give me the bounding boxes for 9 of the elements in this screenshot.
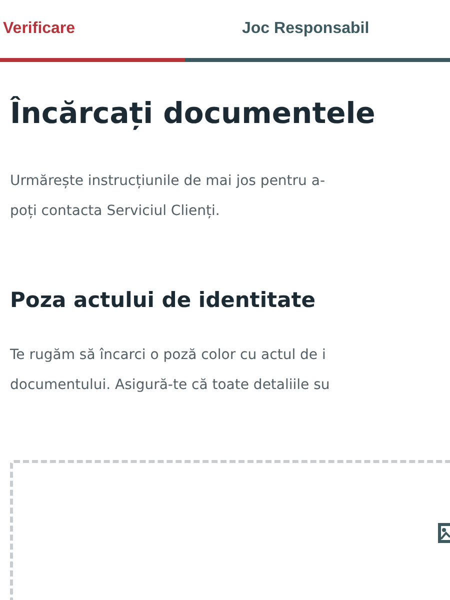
tab[interactable]: Verificare xyxy=(0,0,185,62)
instructions-text: poți contacta Serviciul Clienți. xyxy=(10,202,221,221)
image-icon xyxy=(438,523,450,543)
instructions-text: Urmărește instrucțiunile de mai jos pentru a- xyxy=(10,172,326,191)
description-text: documentului. Asigură-te că toate detaliile su xyxy=(10,376,331,395)
tab[interactable]: Joc Responsabil xyxy=(185,0,450,62)
section-title: Poza actului de identitate xyxy=(10,288,317,312)
page-title: Încărcați documentele xyxy=(10,96,376,130)
description-text: Te rugăm să încarci o poză color cu actul de i xyxy=(10,346,327,365)
